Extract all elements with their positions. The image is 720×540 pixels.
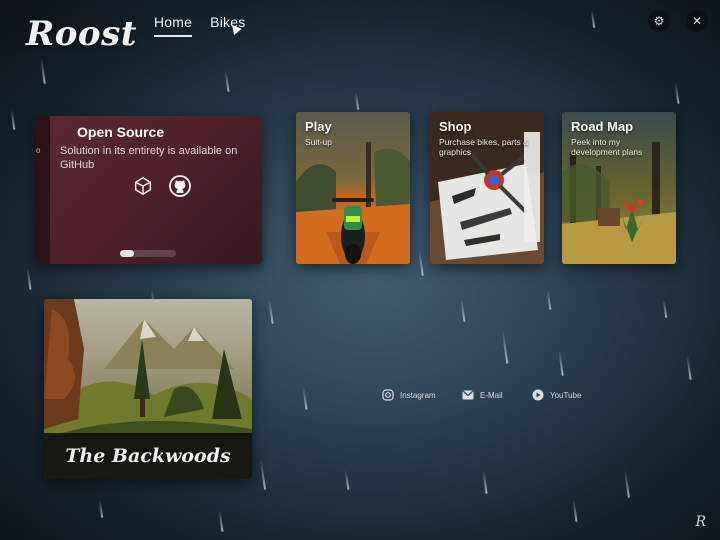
mail-icon	[462, 389, 474, 401]
youtube-label: YouTube	[550, 390, 582, 400]
carousel-prev-peek[interactable]: o	[36, 116, 50, 264]
youtube-icon	[532, 389, 544, 401]
shop-card-subtitle: Purchase bikes, parts & graphics	[439, 137, 529, 157]
play-card-title: Play	[305, 119, 332, 134]
unity-icon[interactable]	[132, 175, 154, 197]
app-logo: Roost	[26, 14, 137, 54]
close-button[interactable]: ✕	[686, 10, 708, 32]
open-source-card[interactable]: o Open Source Solution in its entirety i…	[36, 116, 262, 264]
pager-active-dot	[120, 250, 134, 257]
world-title-band: The Backwoods	[44, 433, 252, 479]
close-icon: ✕	[691, 14, 703, 28]
roadmap-card[interactable]: Road Map Peek into my development plans	[562, 112, 676, 264]
open-source-title: Open Source	[77, 124, 165, 140]
instagram-link[interactable]: Instagram	[382, 389, 436, 401]
play-card[interactable]: Play Suit-up	[296, 112, 410, 264]
shop-card[interactable]: Shop Purchase bikes, parts & graphics	[430, 112, 544, 264]
gear-icon: ⚙	[653, 14, 665, 28]
email-label: E-Mail	[480, 390, 503, 400]
corner-logo-mark: R	[695, 514, 706, 530]
nav-home-tab[interactable]: Home	[154, 14, 193, 37]
roadmap-card-title: Road Map	[571, 119, 634, 134]
roadmap-card-subtitle: Peek into my development plans	[571, 137, 643, 157]
instagram-icon	[382, 389, 394, 401]
play-card-subtitle: Suit-up	[305, 137, 332, 147]
email-link[interactable]: E-Mail	[462, 389, 503, 401]
open-source-icons	[132, 174, 192, 198]
world-title: The Backwoods	[65, 445, 231, 467]
settings-button[interactable]: ⚙	[648, 10, 670, 32]
open-source-description: Solution in its entirety is available on…	[60, 145, 238, 171]
github-icon[interactable]	[168, 174, 192, 198]
shop-card-image	[430, 112, 544, 264]
instagram-label: Instagram	[400, 390, 436, 400]
world-card[interactable]: The Backwoods	[44, 299, 252, 479]
youtube-link[interactable]: YouTube	[532, 389, 581, 401]
shop-card-title: Shop	[439, 119, 472, 134]
roadmap-card-image	[562, 112, 676, 264]
play-card-image	[296, 112, 410, 264]
carousel-pager[interactable]	[120, 250, 176, 257]
nav-bikes-tab[interactable]: Bikes	[210, 14, 245, 37]
